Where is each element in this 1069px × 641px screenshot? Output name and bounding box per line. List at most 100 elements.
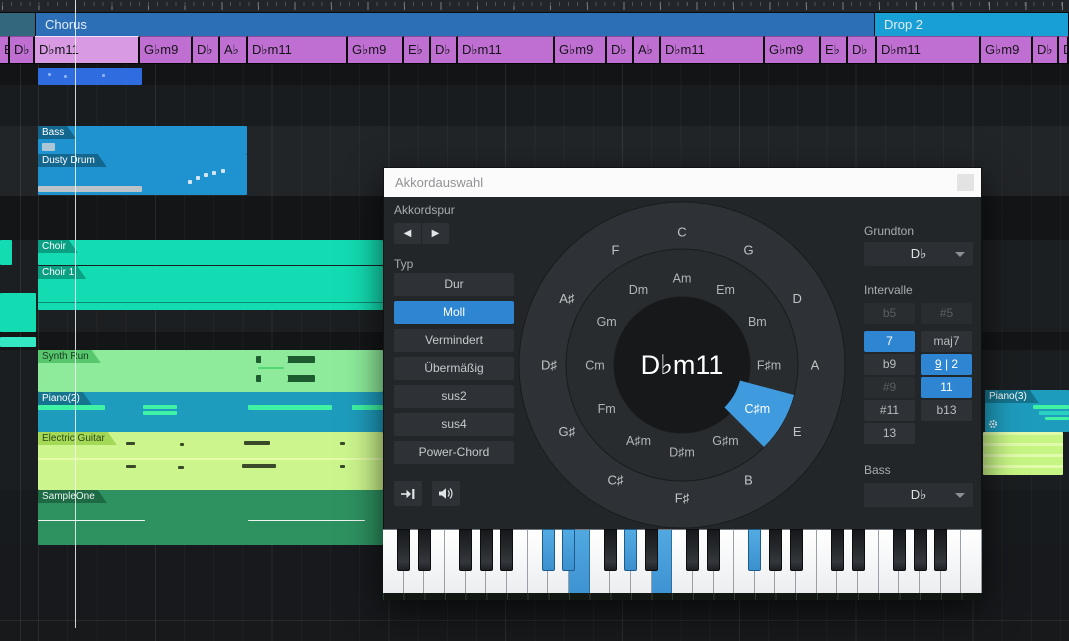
wheel-major-D♯[interactable]: D♯ (541, 358, 557, 373)
chord-block[interactable]: D♭ (848, 36, 877, 63)
interval-9|2[interactable]: 9 | 2 (921, 354, 972, 375)
chord-block[interactable]: E♭ (404, 36, 431, 63)
clip-dusty-drum[interactable]: Dusty Drum (38, 154, 247, 195)
clip-piano2[interactable]: Piano(2) (38, 392, 383, 432)
interval-maj7[interactable]: maj7 (921, 331, 972, 352)
chord-block[interactable]: E♭ (0, 36, 10, 63)
chord-block[interactable]: D♭m11 (248, 36, 348, 63)
clip-choir[interactable]: Choir (38, 240, 383, 265)
audition-chord-button[interactable] (432, 481, 460, 506)
clip-sampleone[interactable]: SampleOne (38, 490, 383, 545)
white-key[interactable] (961, 529, 982, 593)
black-key[interactable] (397, 529, 410, 571)
clip-electric-guitar[interactable]: Electric Guitar (38, 432, 383, 490)
prev-chord-button[interactable]: ◀ (394, 223, 421, 244)
black-key[interactable] (542, 529, 555, 571)
clip-synth-run[interactable]: Synth Run (38, 350, 383, 392)
wheel-major-B[interactable]: B (744, 473, 753, 488)
wheel-minor-F♯m[interactable]: F♯m (757, 359, 781, 373)
chord-type-sus4[interactable]: sus4 (394, 413, 514, 436)
arranger-section[interactable]: Drop 2 (875, 13, 1069, 36)
chord-block[interactable]: D♭ (1033, 36, 1059, 63)
chord-block[interactable]: G♭m9 (348, 36, 404, 63)
arranger-section-stub[interactable] (0, 13, 36, 36)
chord-type-dur[interactable]: Dur (394, 273, 514, 296)
wheel-major-G♯[interactable]: G♯ (559, 424, 576, 439)
interval-b9[interactable]: b9 (864, 354, 915, 375)
black-key[interactable] (914, 529, 927, 571)
chord-block[interactable]: D♭ (10, 36, 35, 63)
wheel-major-C[interactable]: C (677, 225, 686, 240)
chord-block[interactable]: A♭ (634, 36, 661, 63)
dialog-titlebar[interactable]: Akkordauswahl (384, 168, 981, 197)
chord-block[interactable]: D♭m11 (661, 36, 765, 63)
root-select[interactable]: D♭ (864, 242, 973, 266)
chord-block[interactable]: D♭m11 (877, 36, 981, 63)
wheel-minor-Bm[interactable]: Bm (748, 315, 767, 329)
clip-piano3[interactable]: Piano(3) (985, 390, 1069, 432)
wheel-minor-D♯m[interactable]: D♯m (669, 446, 695, 460)
insert-chord-button[interactable] (394, 481, 422, 506)
chord-block[interactable]: D♭m11 (35, 36, 140, 63)
black-key[interactable] (748, 529, 761, 571)
chord-type-übermäßig[interactable]: Übermäßig (394, 357, 514, 380)
chord-type-moll[interactable]: Moll (394, 301, 514, 324)
chord-block[interactable]: D♭ (193, 36, 220, 63)
clip-choir1[interactable]: Choir 1 (38, 266, 383, 310)
circle-of-fifths-wheel[interactable]: CGDAEBF♯C♯G♯D♯A♯FAmEmBmF♯mC♯mG♯mD♯mA♯mFm… (512, 195, 852, 535)
black-key[interactable] (562, 529, 575, 571)
wheel-major-F[interactable]: F (612, 242, 620, 257)
arranger-section[interactable]: Chorus (36, 13, 875, 36)
black-key[interactable] (500, 529, 513, 571)
wheel-minor-G♯m[interactable]: G♯m (712, 434, 738, 448)
clip-electric-guitar-right[interactable] (983, 432, 1063, 475)
wheel-minor-Cm[interactable]: Cm (585, 359, 604, 373)
wheel-minor-C♯m[interactable]: C♯m (744, 402, 770, 416)
wheel-major-A♯[interactable]: A♯ (559, 291, 574, 306)
clip-choir1-stub[interactable] (0, 293, 36, 332)
close-button[interactable] (957, 174, 974, 191)
black-key[interactable] (418, 529, 431, 571)
interval-11[interactable]: 11 (921, 377, 972, 398)
wheel-minor-Em[interactable]: Em (716, 283, 735, 297)
wheel-minor-Fm[interactable]: Fm (598, 402, 616, 416)
wheel-minor-Dm[interactable]: Dm (629, 283, 648, 297)
clip-blue-pattern[interactable] (38, 68, 142, 85)
chord-block[interactable]: G♭m9 (765, 36, 821, 63)
black-key[interactable] (604, 529, 617, 571)
chord-block[interactable]: G♭m9 (140, 36, 193, 63)
chord-block[interactable]: D♭ (431, 36, 458, 63)
chord-block[interactable]: G♭m9 (981, 36, 1033, 63)
playhead[interactable] (75, 0, 76, 628)
black-key[interactable] (831, 529, 844, 571)
interval-7[interactable]: 7 (864, 331, 915, 352)
gear-icon[interactable] (988, 419, 998, 429)
black-key[interactable] (480, 529, 493, 571)
interval-13[interactable]: 13 (864, 423, 915, 444)
next-chord-button[interactable]: ▶ (422, 223, 449, 244)
chord-type-sus2[interactable]: sus2 (394, 385, 514, 408)
black-key[interactable] (769, 529, 782, 571)
clip-choir-stub[interactable] (0, 240, 12, 265)
interval-#11[interactable]: #11 (864, 400, 915, 421)
wheel-minor-Gm[interactable]: Gm (597, 315, 617, 329)
chord-type-power-chord[interactable]: Power-Chord (394, 441, 514, 464)
black-key[interactable] (790, 529, 803, 571)
clip-choir-stub2[interactable] (0, 337, 36, 347)
black-key[interactable] (852, 529, 865, 571)
chord-block[interactable]: G♭m9 (555, 36, 607, 63)
clip-bass[interactable]: Bass (38, 126, 247, 154)
bass-select[interactable]: D♭ (864, 483, 973, 507)
chord-block[interactable]: D♭m11 (458, 36, 555, 63)
wheel-major-D[interactable]: D (792, 291, 801, 306)
wheel-minor-A♯m[interactable]: A♯m (626, 434, 651, 448)
black-key[interactable] (893, 529, 906, 571)
wheel-minor-Am[interactable]: Am (673, 272, 692, 286)
chord-block[interactable]: D♭ (1059, 36, 1069, 63)
chord-block[interactable]: E♭ (821, 36, 848, 63)
wheel-major-C♯[interactable]: C♯ (608, 473, 624, 488)
black-key[interactable] (686, 529, 699, 571)
chord-block[interactable]: A♭ (220, 36, 248, 63)
black-key[interactable] (707, 529, 720, 571)
black-key[interactable] (645, 529, 658, 571)
